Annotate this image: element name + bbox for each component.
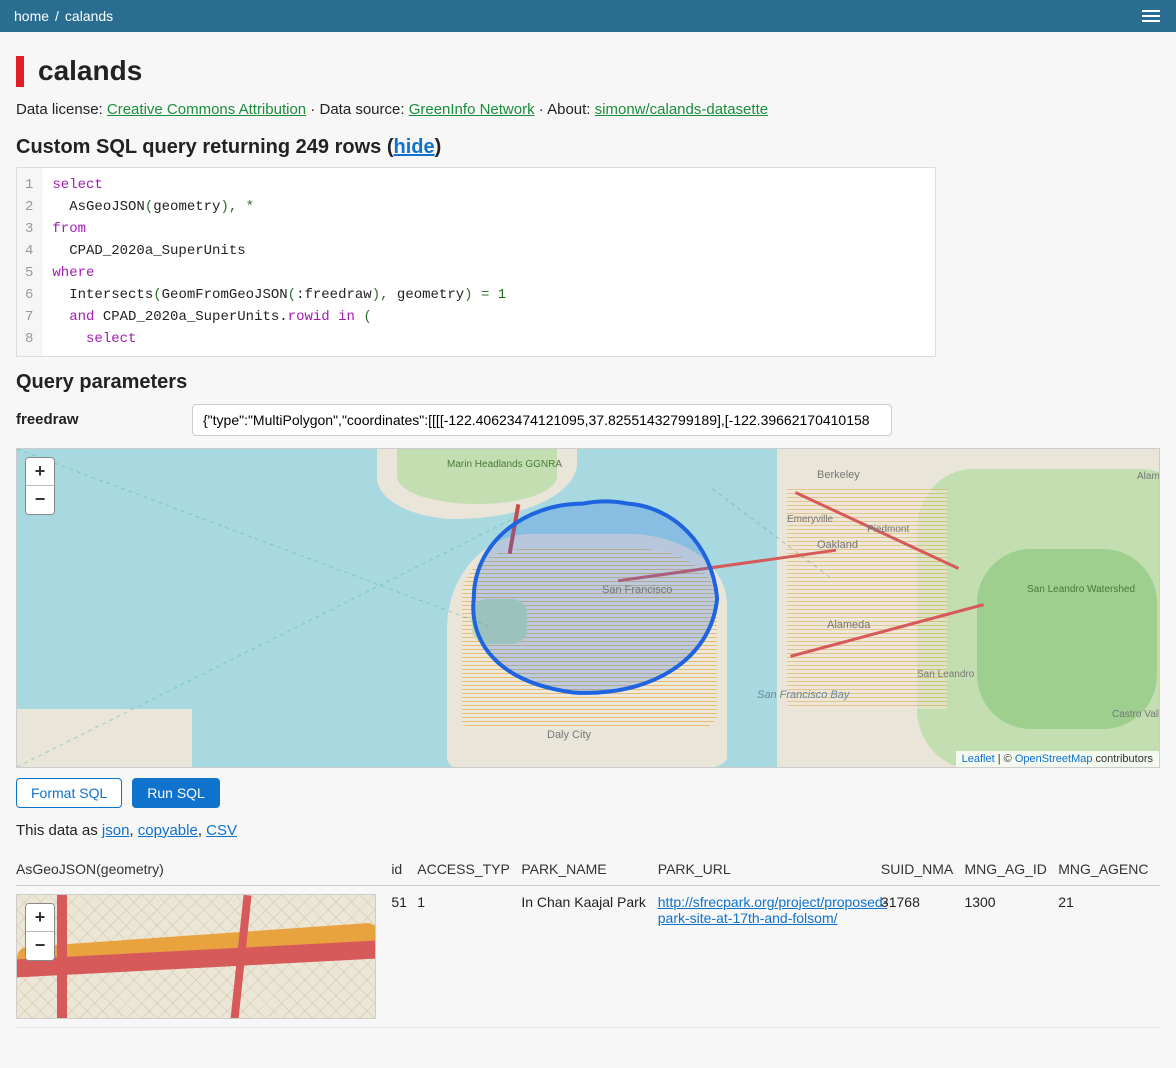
license-link[interactable]: Creative Commons Attribution bbox=[107, 101, 306, 118]
map-zoom-controls: + − bbox=[25, 457, 55, 515]
breadcrumb-home[interactable]: home bbox=[14, 8, 49, 24]
map-label-oakland: Oakland bbox=[817, 539, 858, 551]
query-heading: Custom SQL query returning 249 rows (hid… bbox=[16, 136, 1160, 159]
breadcrumb-db[interactable]: calands bbox=[65, 8, 113, 24]
col-header[interactable]: MNG_AGENC bbox=[1058, 855, 1160, 886]
minimap-zoom: + − bbox=[25, 903, 55, 961]
map-label-alameda: Alameda bbox=[827, 619, 870, 631]
map-label-sf: San Francisco bbox=[602, 584, 672, 596]
park-url-link[interactable]: http://sfrecpark.org/project/proposed-pa… bbox=[658, 894, 888, 926]
export-line: This data as json, copyable, CSV bbox=[16, 822, 1160, 839]
cell-id: 51 bbox=[391, 885, 417, 1027]
cell-park-name: In Chan Kaajal Park bbox=[521, 885, 657, 1027]
map-label-sfbay: San Francisco Bay bbox=[757, 689, 849, 701]
export-copyable[interactable]: copyable bbox=[138, 822, 198, 839]
map-label-emeryville: Emeryville bbox=[787, 514, 833, 525]
map-label-watershed: San Leandro Watershed bbox=[1027, 584, 1135, 595]
breadcrumb: home / calands bbox=[14, 8, 113, 24]
cell-suid-nma: 31768 bbox=[881, 885, 965, 1027]
param-label: freedraw bbox=[16, 411, 176, 428]
col-header[interactable]: id bbox=[391, 855, 417, 886]
params-heading: Query parameters bbox=[16, 371, 1160, 394]
run-sql-button[interactable]: Run SQL bbox=[132, 778, 220, 808]
col-header[interactable]: AsGeoJSON(geometry) bbox=[16, 855, 391, 886]
cell-mng-ag-id: 1300 bbox=[964, 885, 1058, 1027]
breadcrumb-sep: / bbox=[55, 8, 59, 24]
minimap-zoom-in[interactable]: + bbox=[26, 904, 54, 932]
col-header[interactable]: ACCESS_TYP bbox=[417, 855, 521, 886]
export-json[interactable]: json bbox=[102, 822, 130, 839]
map-label-alamo: Alamo bbox=[1137, 471, 1160, 482]
col-header[interactable]: PARK_NAME bbox=[521, 855, 657, 886]
hide-link[interactable]: hide bbox=[393, 136, 434, 158]
map-label-castro: Castro Valley bbox=[1112, 709, 1160, 720]
cell-access-typ: 1 bbox=[417, 885, 521, 1027]
map-label-dalycity: Daly City bbox=[547, 729, 591, 741]
col-header[interactable]: PARK_URL bbox=[658, 855, 881, 886]
map-main[interactable]: San Francisco Bay San Francisco Oakland … bbox=[16, 448, 1160, 768]
about-link[interactable]: simonw/calands-datasette bbox=[595, 101, 768, 118]
minimap-zoom-out[interactable]: − bbox=[26, 932, 54, 960]
export-csv[interactable]: CSV bbox=[206, 822, 237, 839]
osm-link[interactable]: OpenStreetMap bbox=[1015, 753, 1093, 765]
map-label-piedmont: Piedmont bbox=[867, 524, 909, 535]
col-header[interactable]: SUID_NMA bbox=[881, 855, 965, 886]
source-link[interactable]: GreenInfo Network bbox=[409, 101, 535, 118]
param-input-freedraw[interactable] bbox=[192, 404, 892, 436]
map-attribution: Leaflet | © OpenStreetMap contributors bbox=[956, 751, 1159, 767]
row-minimap[interactable]: + − bbox=[16, 894, 376, 1019]
leaflet-link[interactable]: Leaflet bbox=[962, 753, 995, 765]
table-row: + − 51 1 In Chan Kaajal Park http://sfre… bbox=[16, 885, 1160, 1027]
param-row-freedraw: freedraw bbox=[16, 404, 1160, 436]
map-label-berkeley: Berkeley bbox=[817, 469, 860, 481]
top-header: home / calands bbox=[0, 0, 1176, 32]
menu-icon[interactable] bbox=[1140, 8, 1162, 24]
format-sql-button[interactable]: Format SQL bbox=[16, 778, 122, 808]
zoom-out-button[interactable]: − bbox=[26, 486, 54, 514]
map-label-marin: Marin Headlands GGNRA bbox=[447, 459, 562, 470]
sql-editor[interactable]: 12345678 select AsGeoJSON(geometry), *fr… bbox=[16, 167, 936, 357]
cell-mng-agenc: 21 bbox=[1058, 885, 1160, 1027]
meta-line: Data license: Creative Commons Attributi… bbox=[16, 101, 1160, 118]
cell-park-url: http://sfrecpark.org/project/proposed-pa… bbox=[658, 885, 881, 1027]
col-header[interactable]: MNG_AG_ID bbox=[964, 855, 1058, 886]
map-label-sanleandro: San Leandro bbox=[917, 669, 974, 680]
zoom-in-button[interactable]: + bbox=[26, 458, 54, 486]
page-title: calands bbox=[16, 56, 1160, 87]
results-table: AsGeoJSON(geometry)idACCESS_TYPPARK_NAME… bbox=[16, 855, 1160, 1028]
